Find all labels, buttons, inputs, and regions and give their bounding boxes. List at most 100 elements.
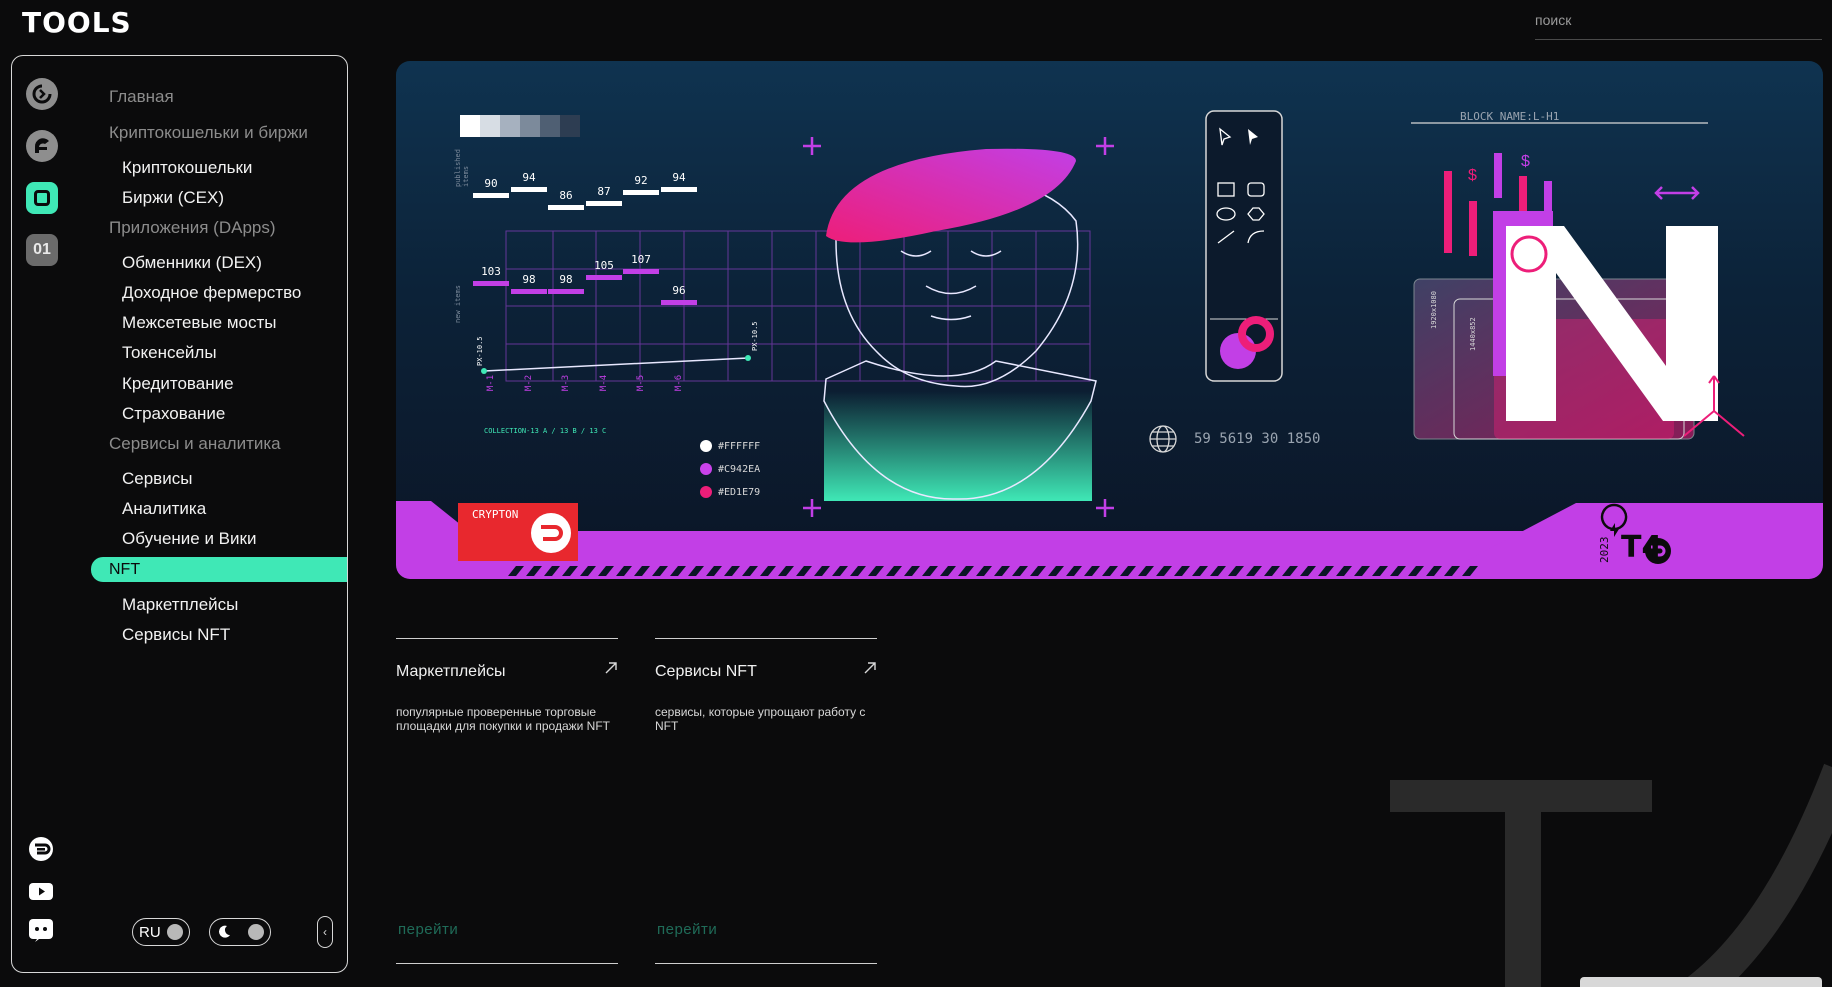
nav-item-services[interactable]: Сервисы bbox=[122, 469, 192, 489]
card-title[interactable]: Маркетплейсы bbox=[396, 663, 506, 681]
nav-item-analytics[interactable]: Аналитика bbox=[122, 499, 206, 519]
swatch-label-white: #FFFFFF bbox=[718, 440, 761, 452]
sidebar-rail: 01 bbox=[22, 78, 62, 286]
theme-toggle-knob bbox=[248, 924, 264, 940]
square-app-icon[interactable] bbox=[26, 182, 58, 214]
color-swatch-pink: #ED1E79 bbox=[700, 486, 760, 498]
color-swatch-magenta: #C942EA bbox=[700, 463, 760, 475]
dim-label-1: 1920x1080 bbox=[1430, 291, 1438, 329]
swatch-label-pink: #ED1E79 bbox=[718, 486, 761, 498]
nav-item-nft-services[interactable]: Сервисы NFT bbox=[122, 625, 230, 645]
nav-item-marketplaces[interactable]: Маркетплейсы bbox=[122, 595, 238, 615]
year-label: 2023 bbox=[1598, 536, 1611, 564]
chart-bar-top bbox=[511, 187, 547, 192]
nav-item-education[interactable]: Обучение и Вики bbox=[122, 529, 256, 549]
nav-item-cex[interactable]: Биржи (CEX) bbox=[122, 188, 224, 208]
chart-point bbox=[481, 368, 487, 374]
chart-bar-bottom bbox=[473, 281, 509, 286]
globe-text: 59 5619 30 1850 bbox=[1194, 431, 1321, 447]
scroll-indicator[interactable] bbox=[1580, 977, 1822, 987]
nav-item-dex[interactable]: Обменники (DEX) bbox=[122, 253, 262, 273]
card-marketplaces[interactable]: Маркетплейсы популярные проверенные торг… bbox=[396, 638, 618, 964]
chart-x-label: M-3 bbox=[561, 375, 571, 391]
card-nft-services[interactable]: Сервисы NFT сервисы, которые упрощают ра… bbox=[655, 638, 877, 964]
chart-bar-top bbox=[548, 205, 584, 210]
nav-item-lending[interactable]: Кредитование bbox=[122, 374, 234, 394]
arrow-up-right-icon[interactable] bbox=[604, 661, 618, 675]
nav-section-home[interactable]: Главная bbox=[109, 87, 174, 107]
card-description: сервисы, которые упрощают работу с NFT bbox=[655, 705, 866, 733]
chart-x-label: M-2 bbox=[524, 375, 534, 391]
chart-point-label-left: PX-10.5 bbox=[476, 336, 484, 366]
chart-bar-top bbox=[623, 190, 659, 195]
dim-label-2: 1440x852 bbox=[1469, 317, 1477, 351]
chart-value-bottom: 103 bbox=[481, 265, 501, 278]
search-input[interactable]: поиск bbox=[1535, 8, 1822, 40]
chevron-left-icon: ‹ bbox=[323, 925, 327, 939]
chart-value-bottom: 107 bbox=[631, 253, 651, 266]
card-divider bbox=[396, 963, 618, 964]
nav-section-wallets[interactable]: Криптокошельки и биржи bbox=[109, 123, 308, 143]
hero-banner: 90 103 M-1 94 98 M-2 86 98 M-3 87 105 M-4 92 107 M-5 94… bbox=[396, 61, 1823, 579]
nav-section-nft[interactable]: NFT bbox=[91, 557, 347, 582]
arrow-up-right-icon[interactable] bbox=[863, 661, 877, 675]
chart-bar-bottom bbox=[586, 275, 622, 280]
chart-value-top: 86 bbox=[559, 189, 572, 202]
block-name-label: BLOCK NAME:L-H1 bbox=[1460, 110, 1560, 123]
decorative-t4-watermark bbox=[1390, 763, 1832, 987]
chart-x-label: M-4 bbox=[599, 375, 609, 391]
nav-item-tokensales[interactable]: Токенсейлы bbox=[122, 343, 217, 363]
chart-value-bottom: 98 bbox=[559, 273, 572, 286]
chart-bar-top bbox=[661, 187, 697, 192]
nav-section-dapps[interactable]: Приложения (DApps) bbox=[109, 218, 276, 238]
01-icon[interactable]: 01 bbox=[26, 234, 58, 266]
youtube-icon[interactable] bbox=[28, 878, 54, 904]
crypton-icon[interactable] bbox=[28, 836, 54, 862]
moon-icon bbox=[219, 925, 230, 938]
nav-item-wallets[interactable]: Криптокошельки bbox=[122, 158, 252, 178]
chart-point bbox=[745, 355, 751, 361]
nav-item-bridges[interactable]: Межсетевые мосты bbox=[122, 313, 277, 333]
nav-item-insurance[interactable]: Страхование bbox=[122, 404, 225, 424]
chart-x-label: M-5 bbox=[636, 375, 646, 391]
chart-label-published: published items bbox=[454, 149, 470, 187]
nav-section-services[interactable]: Сервисы и аналитика bbox=[109, 434, 281, 454]
chart-value-top: 90 bbox=[484, 177, 497, 190]
globe-icon bbox=[1149, 425, 1177, 453]
chart-trend-line bbox=[483, 357, 749, 372]
card-title[interactable]: Сервисы NFT bbox=[655, 663, 757, 681]
theme-toggle[interactable] bbox=[209, 918, 271, 946]
banner-art: 90 103 M-1 94 98 M-2 86 98 M-3 87 105 M-4 92 107 M-5 94… bbox=[396, 110, 1823, 579]
discord-icon[interactable] bbox=[28, 917, 54, 943]
chart-bar-bottom bbox=[661, 300, 697, 305]
crypton-logo-icon[interactable] bbox=[26, 130, 58, 162]
chart-value-top: 92 bbox=[634, 174, 647, 187]
card-go-link[interactable]: перейти bbox=[657, 921, 717, 938]
grayscale-swatches bbox=[460, 115, 580, 137]
chart-bar-bottom bbox=[623, 269, 659, 274]
language-toggle[interactable]: RU bbox=[132, 918, 190, 946]
app-logo[interactable]: TOOLS bbox=[22, 6, 132, 39]
chart-grid bbox=[505, 230, 1091, 382]
dollar-sign-icon-2: $ bbox=[1521, 153, 1530, 170]
card-go-link[interactable]: перейти bbox=[398, 921, 458, 938]
color-swatch-white: #FFFFFF bbox=[700, 440, 760, 452]
tool-palette bbox=[1205, 110, 1283, 382]
collapse-sidebar-button[interactable]: ‹ bbox=[317, 916, 333, 948]
chart-value-top: 87 bbox=[597, 185, 610, 198]
chart-bar-top bbox=[473, 193, 509, 198]
sidebar: 01 Главная Криптокошельки и биржи Крипто… bbox=[11, 55, 348, 973]
collection-text: COLLECTION-13 A / 13 B / 13 C bbox=[484, 427, 607, 435]
chart-value-bottom: 96 bbox=[672, 284, 685, 297]
chart-x-label: M-1 bbox=[486, 375, 496, 391]
language-toggle-knob bbox=[166, 924, 183, 940]
card-divider bbox=[655, 963, 877, 964]
chart-value-top: 94 bbox=[522, 171, 536, 184]
refresh-logo-icon[interactable] bbox=[26, 78, 58, 110]
nav-item-farming[interactable]: Доходное фермерство bbox=[122, 283, 301, 303]
chart-label-new: new items bbox=[454, 285, 462, 323]
card-description: популярные проверенные торговые площадки… bbox=[396, 705, 611, 733]
page: TOOLS поиск 01 Главная Криптокошельки и … bbox=[0, 0, 1832, 987]
chart-bar-bottom bbox=[511, 289, 547, 294]
bust-illustration bbox=[823, 148, 1097, 501]
